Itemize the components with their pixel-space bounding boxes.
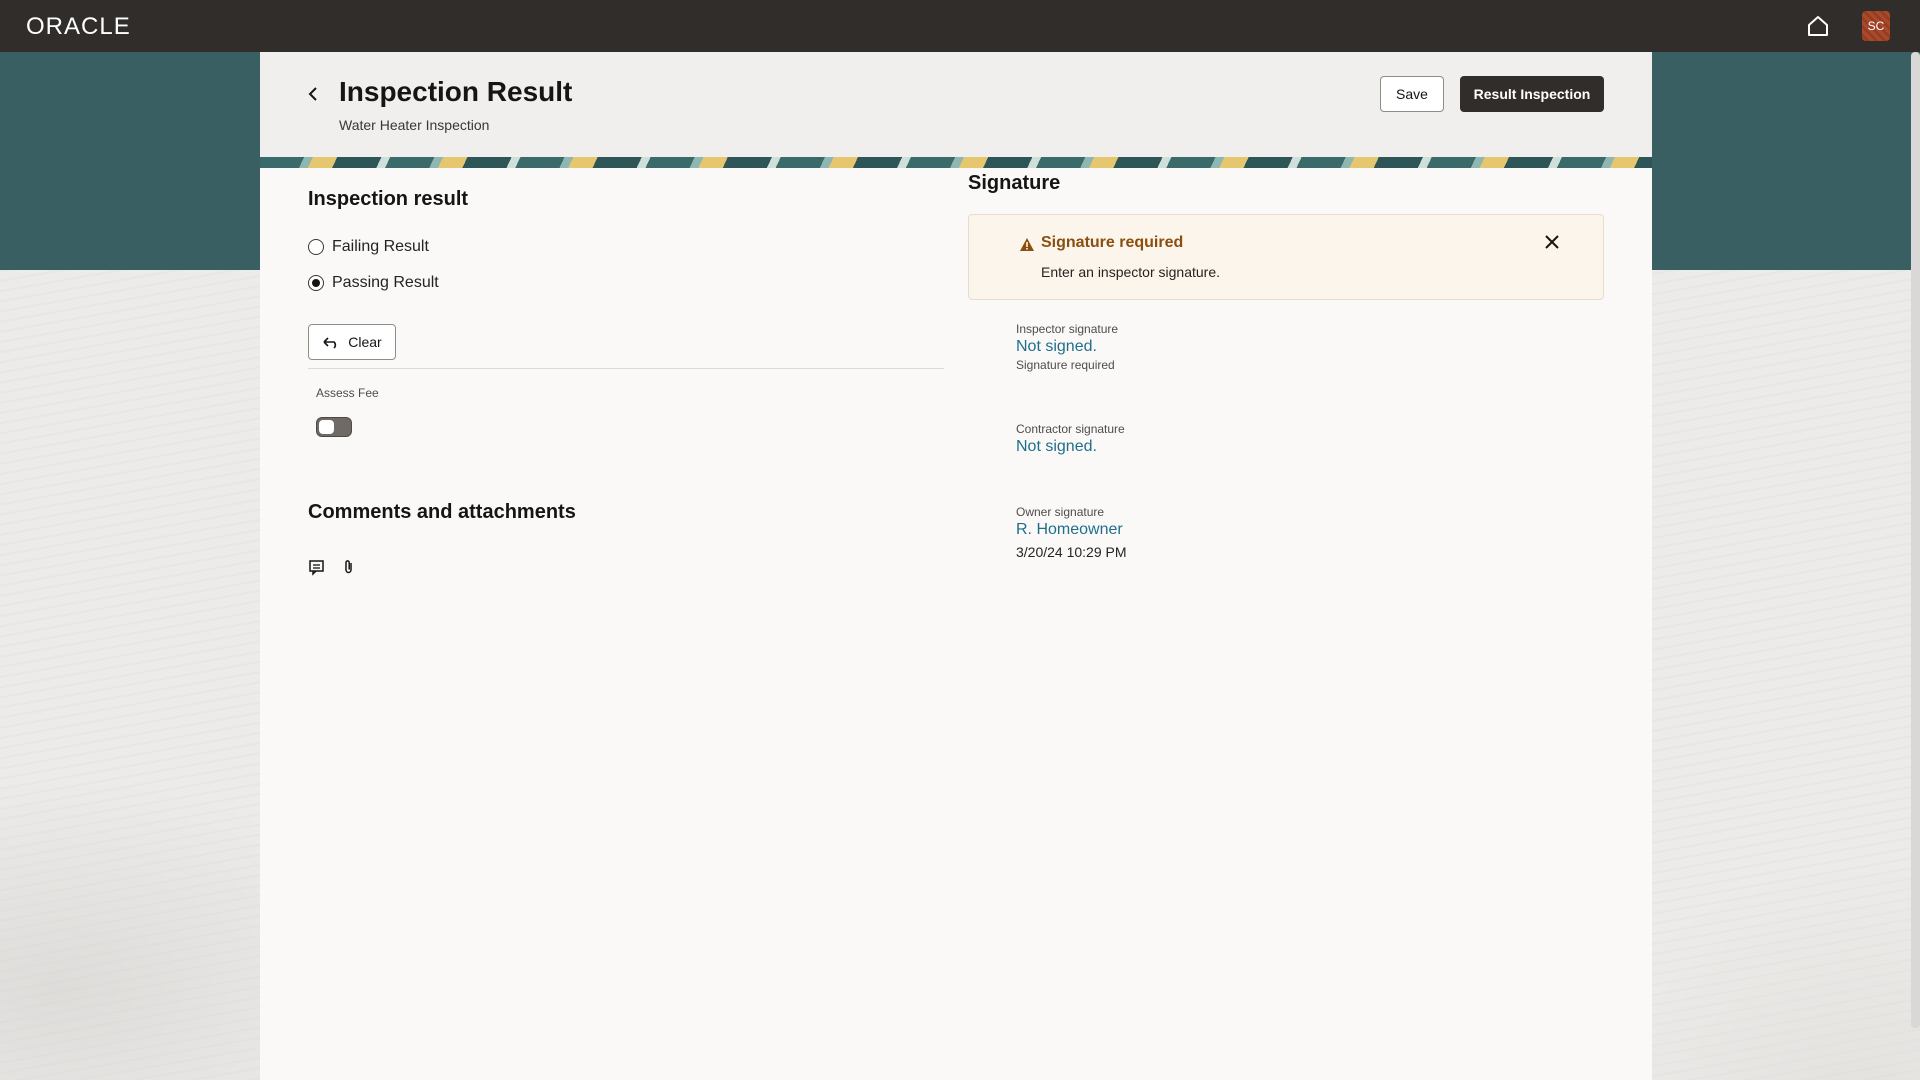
result-inspection-button[interactable]: Result Inspection xyxy=(1460,76,1604,112)
warning-icon xyxy=(1020,238,1034,251)
contractor-signature-link[interactable]: Not signed. xyxy=(1016,438,1097,456)
decorative-banner xyxy=(260,157,1652,168)
undo-icon xyxy=(323,337,337,349)
page-scrollbar[interactable] xyxy=(1911,52,1920,1028)
signature-required-alert: Signature required Enter an inspector si… xyxy=(968,214,1604,300)
user-avatar[interactable]: SC xyxy=(1862,11,1890,41)
owner-signature-label: Owner signature xyxy=(1016,505,1105,519)
clear-label: Clear xyxy=(348,334,382,350)
owner-signature-date: 3/20/24 10:29 PM xyxy=(1016,544,1127,560)
assess-fee-toggle[interactable] xyxy=(316,417,352,437)
toggle-knob xyxy=(319,420,334,434)
radio-button[interactable] xyxy=(308,275,324,291)
inspector-signature-label: Inspector signature xyxy=(1016,322,1119,336)
top-bar: ORACLE SC xyxy=(0,0,1920,52)
oracle-logo[interactable]: ORACLE xyxy=(26,13,131,41)
back-button[interactable] xyxy=(302,82,324,106)
contractor-signature-label: Contractor signature xyxy=(1016,422,1125,436)
radio-label: Failing Result xyxy=(332,238,429,255)
alert-title: Signature required xyxy=(1041,234,1184,251)
home-icon[interactable] xyxy=(1806,14,1830,38)
signature-heading: Signature xyxy=(968,172,1061,194)
owner-signature-link[interactable]: R. Homeowner xyxy=(1016,521,1123,539)
page-title: Inspection Result xyxy=(339,76,573,107)
radio-failing-result[interactable]: Failing Result xyxy=(308,238,429,256)
inspection-result-panel: Inspection Result Water Heater Inspectio… xyxy=(260,52,1652,1080)
inspection-result-heading: Inspection result xyxy=(308,188,469,210)
clear-button[interactable]: Clear xyxy=(308,324,396,360)
paperclip-icon[interactable] xyxy=(340,558,358,576)
radio-selected-dot xyxy=(312,279,320,287)
inspector-signature-link[interactable]: Not signed. xyxy=(1016,338,1097,356)
radio-button[interactable] xyxy=(308,239,324,255)
alert-message: Enter an inspector signature. xyxy=(1041,264,1220,280)
comment-icon[interactable] xyxy=(308,558,326,576)
save-button[interactable]: Save xyxy=(1380,76,1444,112)
radio-passing-result[interactable]: Passing Result xyxy=(308,274,439,292)
close-icon[interactable] xyxy=(1541,231,1563,253)
comments-attachments-heading: Comments and attachments xyxy=(308,501,576,523)
page-subtitle: Water Heater Inspection xyxy=(339,117,490,133)
section-divider xyxy=(308,368,944,369)
assess-fee-label: Assess Fee xyxy=(316,386,379,400)
inspector-signature-hint: Signature required xyxy=(1016,358,1115,372)
radio-label: Passing Result xyxy=(332,274,439,291)
chevron-left-icon xyxy=(308,87,317,101)
